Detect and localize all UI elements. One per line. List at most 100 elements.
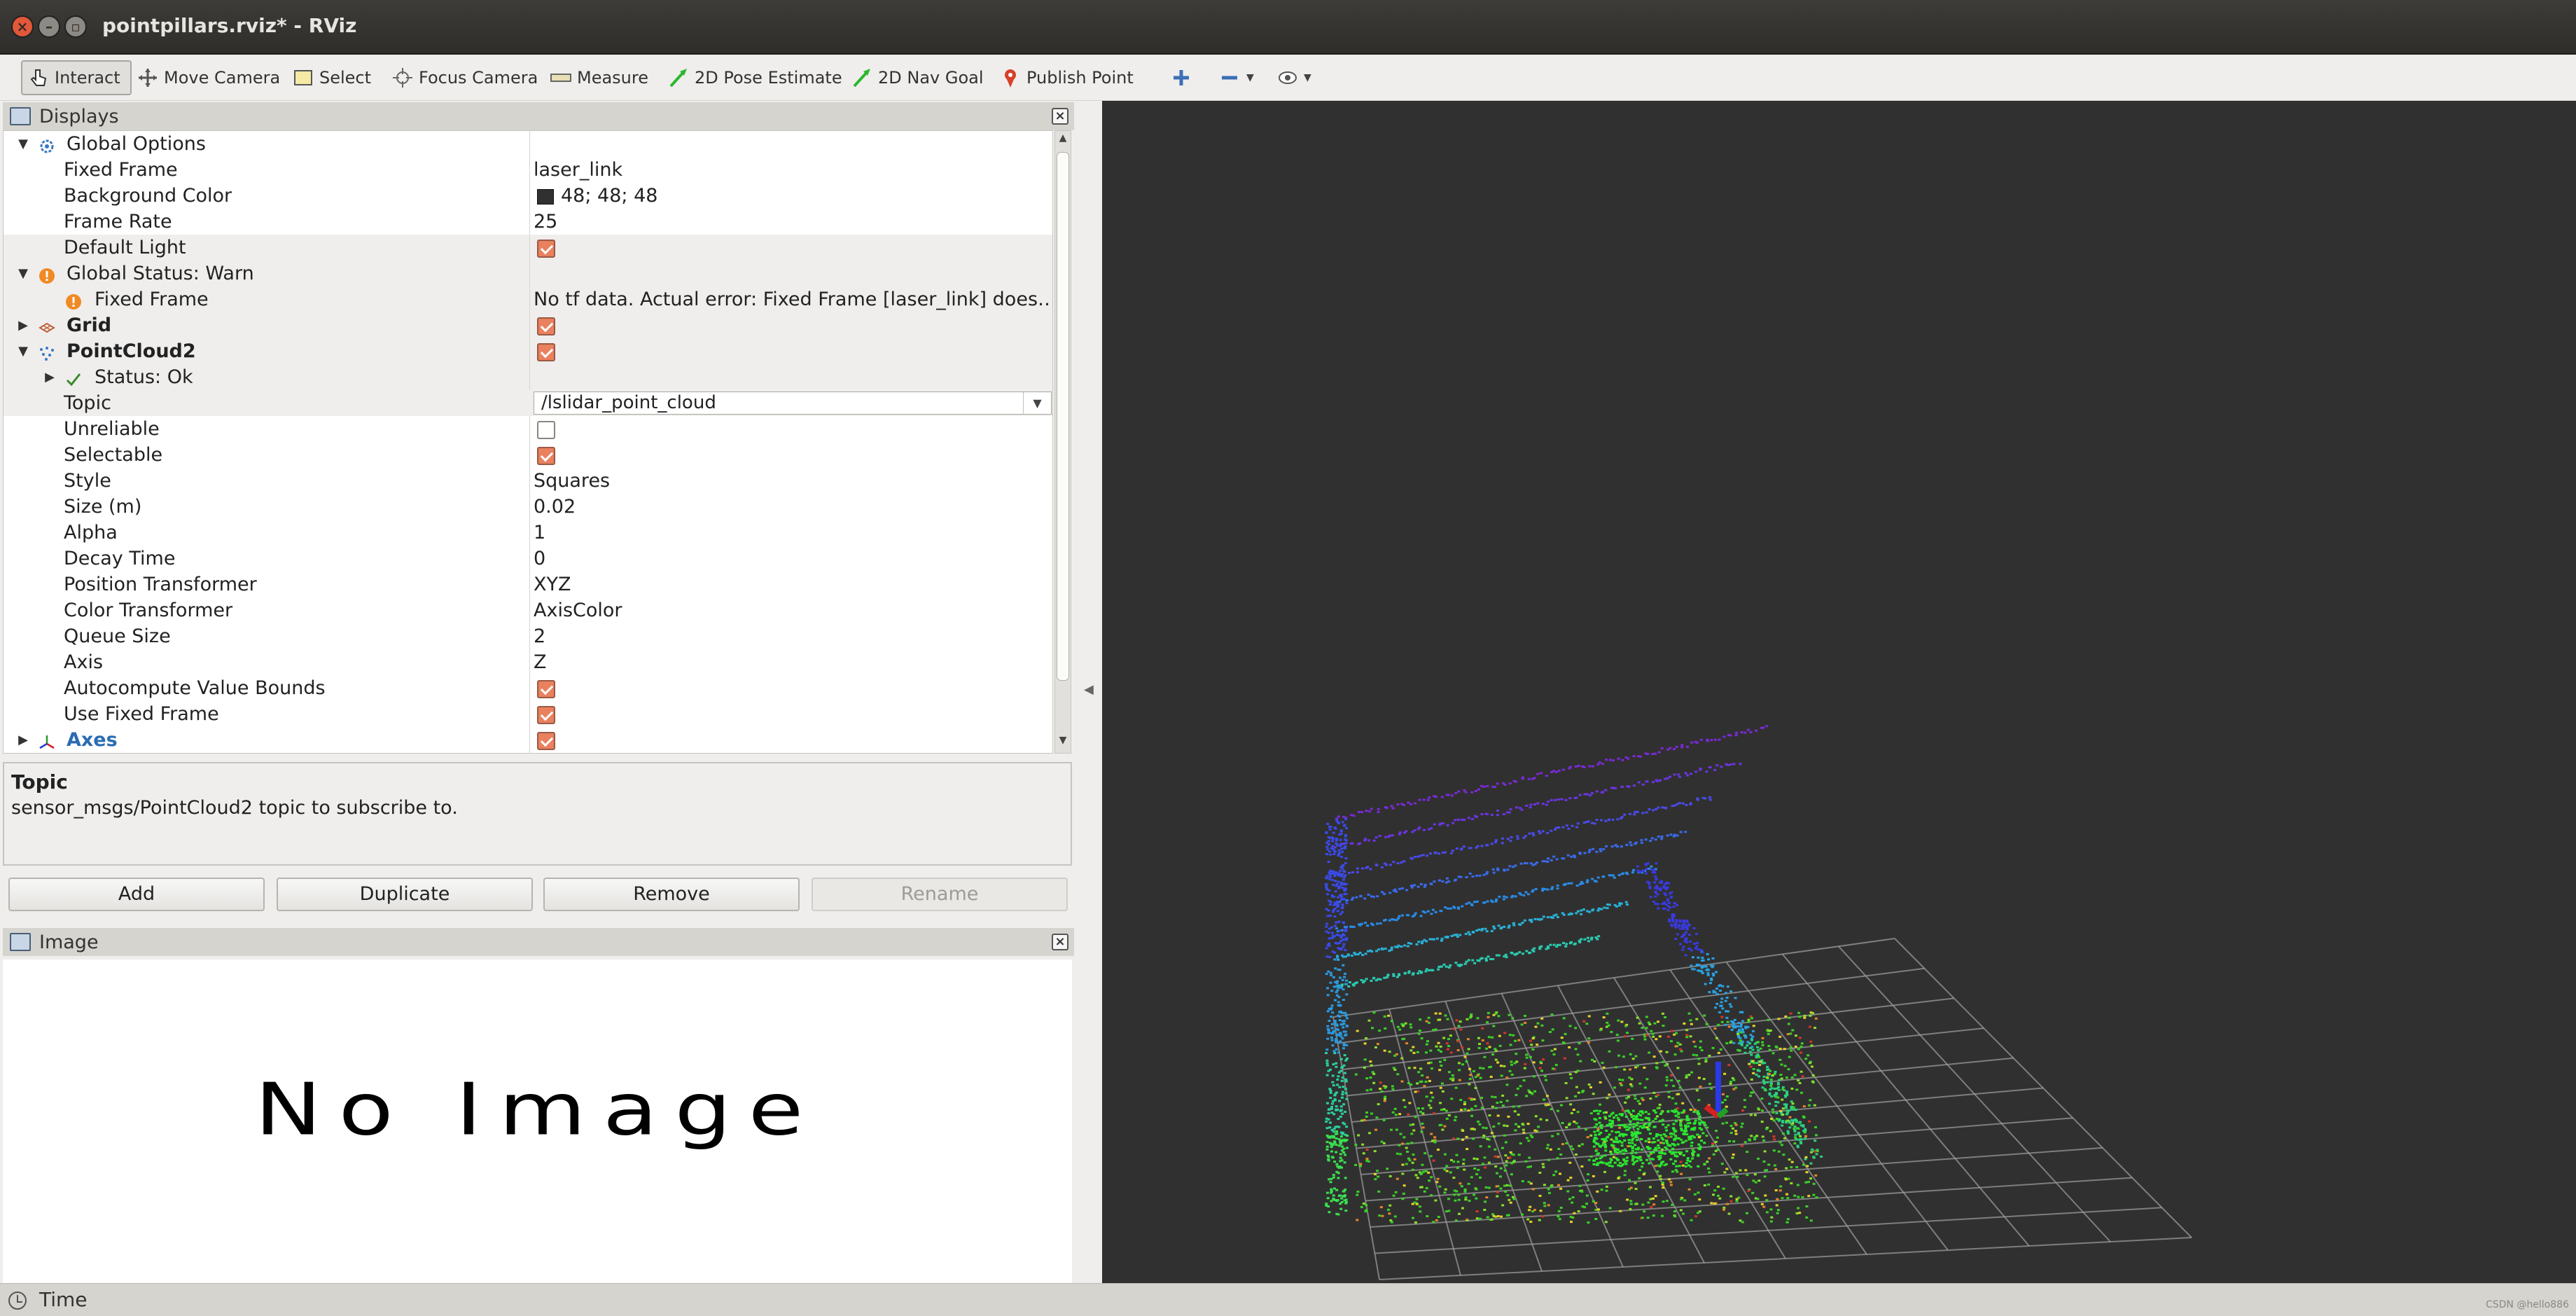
style-value[interactable]: Squares <box>534 468 610 494</box>
scroll-up-icon[interactable]: ▲ <box>1055 132 1071 149</box>
axis-value[interactable]: Z <box>534 649 547 675</box>
cloud-point <box>1444 1109 1448 1112</box>
cloud-point <box>1438 1012 1442 1015</box>
tree-row-selectable[interactable]: Selectable <box>4 442 1052 468</box>
default-light-checkbox[interactable] <box>537 240 555 258</box>
cloud-point <box>1799 1051 1802 1054</box>
tree-row-use-fixed-frame[interactable]: Use Fixed Frame <box>4 701 1052 727</box>
tool-2d-nav-goal[interactable]: 2D Nav Goal <box>851 60 984 95</box>
add-tool-button[interactable] <box>1171 60 1197 95</box>
tree-row-size[interactable]: Size (m) 0.02 <box>4 494 1052 520</box>
window-minimize-button[interactable]: – <box>38 15 60 38</box>
tree-row-style[interactable]: Style Squares <box>4 468 1052 494</box>
chevron-down-icon[interactable]: ▼ <box>1023 392 1051 414</box>
cloud-point <box>1372 1081 1376 1084</box>
scrollbar-thumb[interactable] <box>1057 152 1069 681</box>
expand-arrow-icon[interactable]: ▶ <box>16 727 30 753</box>
tool-publish-point[interactable]: Publish Point <box>1000 60 1134 95</box>
position-transformer-value[interactable]: XYZ <box>534 572 571 597</box>
size-value[interactable]: 0.02 <box>534 494 576 520</box>
remove-display-button[interactable]: Remove <box>543 878 800 911</box>
expand-arrow-icon[interactable]: ▶ <box>43 364 57 390</box>
cloud-point <box>1627 757 1630 760</box>
expand-arrow-icon[interactable]: ▶ <box>16 312 30 338</box>
cloud-point <box>1790 1076 1794 1079</box>
axes-enabled-checkbox[interactable] <box>537 732 555 750</box>
tree-row-position-transformer[interactable]: Position Transformer XYZ <box>4 572 1052 597</box>
cloud-point <box>1631 1139 1634 1142</box>
expand-arrow-icon[interactable]: ▼ <box>16 261 30 286</box>
dock-splitter[interactable]: ◀ <box>1075 101 1102 1296</box>
topic-combobox[interactable]: /lslidar_point_cloud ▼ <box>534 392 1052 415</box>
color-transformer-value[interactable]: AxisColor <box>534 597 622 623</box>
decay-time-value[interactable]: 0 <box>534 546 545 572</box>
tool-focus-camera[interactable]: Focus Camera <box>392 60 538 95</box>
cloud-point <box>1697 1143 1701 1146</box>
cloud-point <box>1749 1047 1753 1050</box>
selectable-checkbox[interactable] <box>537 447 555 465</box>
tree-row-background-color[interactable]: Background Color 48; 48; 48 <box>4 183 1052 209</box>
window-maximize-button[interactable]: ▫ <box>64 15 87 38</box>
tree-row-axis[interactable]: Axis Z <box>4 649 1052 675</box>
queue-size-value[interactable]: 2 <box>534 623 545 649</box>
cloud-point <box>1587 1221 1590 1224</box>
3d-render-viewport[interactable] <box>1102 101 2576 1283</box>
cloud-point <box>1429 1100 1433 1102</box>
tree-row-fixed-frame[interactable]: Fixed Frame laser_link <box>4 157 1052 183</box>
tree-row-global-status[interactable]: ▼ Global Status: Warn <box>4 261 1052 286</box>
view-options-button[interactable]: ▼ <box>1277 60 1311 95</box>
remove-tool-button[interactable]: ▼ <box>1220 60 1254 95</box>
tree-row-pointcloud2[interactable]: ▼ PointCloud2 <box>4 338 1052 364</box>
tree-row-default-light[interactable]: Default Light <box>4 235 1052 261</box>
tree-row-unreliable[interactable]: Unreliable <box>4 416 1052 442</box>
cloud-point <box>1458 1182 1462 1185</box>
cloud-point <box>1463 1055 1467 1058</box>
collapse-left-icon[interactable]: ◀ <box>1084 682 1094 697</box>
expand-arrow-icon[interactable]: ▼ <box>16 338 30 364</box>
displays-close-button[interactable]: × <box>1052 108 1068 125</box>
tree-row-alpha[interactable]: Alpha 1 <box>4 520 1052 546</box>
tree-row-topic[interactable]: Topic /lslidar_point_cloud ▼ <box>4 390 1052 416</box>
tree-row-status-ok[interactable]: ▶ Status: Ok <box>4 364 1052 390</box>
duplicate-display-button[interactable]: Duplicate <box>277 878 533 911</box>
tree-row-decay-time[interactable]: Decay Time 0 <box>4 546 1052 572</box>
tree-row-autocompute[interactable]: Autocompute Value Bounds <box>4 675 1052 701</box>
fixed-frame-value[interactable]: laser_link <box>534 157 622 183</box>
tree-row-frame-rate[interactable]: Frame Rate 25 <box>4 209 1052 235</box>
add-display-button[interactable]: Add <box>8 878 265 911</box>
background-color-value[interactable]: 48; 48; 48 <box>561 183 657 209</box>
tree-row-fixed-frame-status[interactable]: Fixed Frame No tf data. Actual error: Fi… <box>4 286 1052 312</box>
displays-scrollbar[interactable]: ▲ ▼ <box>1054 130 1071 754</box>
cloud-point <box>1743 1106 1746 1109</box>
tree-row-grid[interactable]: ▶ Grid <box>4 312 1052 338</box>
cloud-point <box>1335 942 1339 945</box>
grid-enabled-checkbox[interactable] <box>537 317 555 335</box>
image-close-button[interactable]: × <box>1052 934 1068 950</box>
unreliable-checkbox[interactable] <box>537 421 555 439</box>
cloud-point <box>1693 1126 1697 1129</box>
tool-select[interactable]: Select <box>293 60 371 95</box>
tool-2d-pose-estimate[interactable]: 2D Pose Estimate <box>668 60 842 95</box>
pointcloud2-enabled-checkbox[interactable] <box>537 343 555 361</box>
frame-rate-value[interactable]: 25 <box>534 209 557 235</box>
tool-measure[interactable]: Measure <box>550 60 648 95</box>
autocompute-checkbox[interactable] <box>537 680 555 698</box>
tree-row-axes[interactable]: ▶ Axes <box>4 727 1052 753</box>
scroll-down-icon[interactable]: ▼ <box>1055 735 1071 751</box>
window-close-button[interactable]: × <box>11 15 34 38</box>
alpha-value[interactable]: 1 <box>534 520 545 546</box>
cloud-point <box>1676 1143 1680 1146</box>
tree-row-global-options[interactable]: ▼ Global Options <box>4 131 1052 157</box>
color-swatch[interactable] <box>537 189 554 205</box>
scene-canvas[interactable] <box>1102 101 2576 1283</box>
tree-row-queue-size[interactable]: Queue Size 2 <box>4 623 1052 649</box>
cloud-point <box>1750 1078 1753 1081</box>
rename-display-button[interactable]: Rename <box>812 878 1068 911</box>
cloud-point <box>1449 1171 1452 1174</box>
use-fixed-frame-checkbox[interactable] <box>537 706 555 724</box>
tool-move-camera[interactable]: Move Camera <box>137 60 280 95</box>
expand-arrow-icon[interactable]: ▼ <box>16 131 30 157</box>
cloud-point <box>1669 1184 1673 1186</box>
tool-interact[interactable]: Interact <box>21 60 132 95</box>
tree-row-color-transformer[interactable]: Color Transformer AxisColor <box>4 597 1052 623</box>
